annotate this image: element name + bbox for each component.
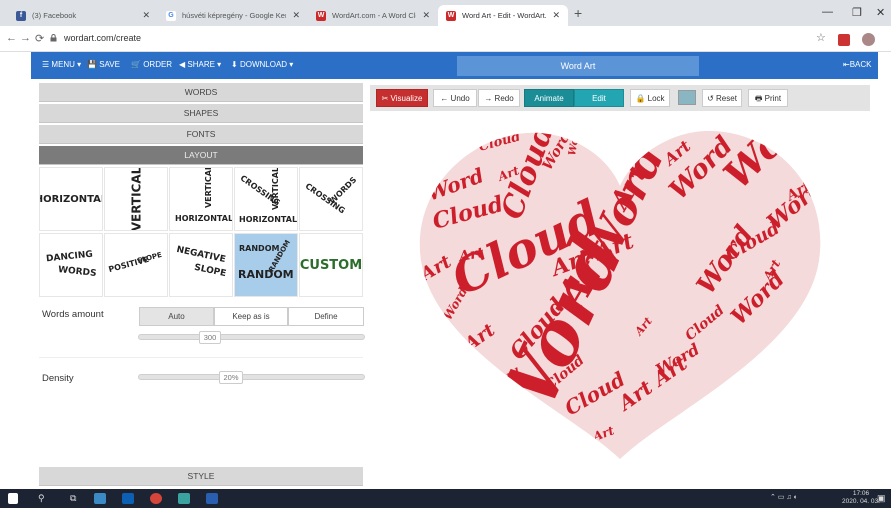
extension-icon[interactable] — [838, 34, 850, 46]
editor-toolbar: ✂ Visualize ← Undo → Redo Animate Edit 🔒… — [370, 85, 870, 111]
wordart-title-field[interactable]: Word Art — [457, 56, 699, 76]
save-button[interactable]: 💾 SAVE — [87, 60, 120, 69]
close-icon[interactable]: ✕ — [292, 10, 300, 21]
wordart-icon: W — [316, 10, 326, 21]
app-toolbar: ☰ MENU ▾ 💾 SAVE 🛒 ORDER ◀ SHARE ▾ ⬇ DOWN… — [31, 52, 878, 79]
back-button[interactable]: ⇤BACK — [843, 60, 872, 69]
word-art-canvas[interactable]: Cloud Cloud Word Cloud Cloud Art Art Clo… — [370, 111, 870, 489]
share-button[interactable]: ◀ SHARE ▾ — [179, 60, 221, 69]
download-button[interactable]: ⬇ DOWNLOAD ▾ — [231, 60, 293, 69]
animate-button[interactable]: Animate — [524, 89, 574, 107]
search-icon[interactable]: ⚲ — [38, 493, 45, 504]
layout-custom[interactable]: CUSTOM — [299, 233, 363, 297]
close-window-icon[interactable]: ✕ — [876, 6, 885, 19]
close-icon[interactable]: ✕ — [422, 10, 430, 21]
layout-random[interactable]: RANDOM RANDOM RANDOM — [234, 233, 298, 297]
star-icon[interactable]: ☆ — [816, 31, 826, 44]
edit-button[interactable]: Edit — [574, 89, 624, 107]
url-field[interactable]: wordart.com/create — [64, 33, 141, 43]
color-swatch[interactable] — [678, 90, 696, 105]
clock[interactable]: 17:06 2020. 04. 03. — [842, 490, 880, 506]
back-arrow-icon[interactable]: ← — [6, 32, 17, 44]
words-amount-label: Words amount — [42, 309, 104, 320]
layout-horizontal[interactable]: HORIZONTAL — [39, 167, 103, 231]
app-icon[interactable] — [178, 493, 190, 504]
words-amount-define[interactable]: Define — [288, 307, 364, 326]
layout-positive-slope[interactable]: POSITIVE SLOPE — [104, 233, 168, 297]
tab-wordart-edit[interactable]: W Word Art - Edit - WordArt.com ✕ — [438, 5, 568, 26]
notification-icon[interactable]: ▣ — [877, 493, 886, 504]
close-icon[interactable]: ✕ — [142, 10, 150, 21]
windows-taskbar: ⚲ ⧉ ⌃ ▭ ♫ ◐ 17:06 2020. 04. 03. ▣ — [0, 489, 891, 508]
layout-vertical[interactable]: VERTICAL — [104, 167, 168, 231]
words-amount-handle[interactable]: 300 — [199, 331, 221, 344]
outlook-icon[interactable] — [122, 493, 134, 504]
task-view-icon[interactable]: ⧉ — [70, 493, 76, 504]
reset-button[interactable]: ↺ Reset — [702, 89, 742, 107]
density-slider[interactable] — [138, 374, 365, 380]
menu-button[interactable]: ☰ MENU ▾ — [42, 60, 81, 69]
section-style[interactable]: STYLE — [39, 467, 363, 486]
section-fonts[interactable]: FONTS — [39, 125, 363, 144]
lock-icon — [50, 34, 57, 42]
tab-wordart-home[interactable]: W WordArt.com - A Word Cloud Art ✕ — [308, 5, 438, 26]
redo-button[interactable]: → Redo — [478, 89, 520, 107]
order-button[interactable]: 🛒 ORDER — [131, 60, 172, 69]
google-icon: G — [166, 10, 176, 21]
word-icon[interactable] — [206, 493, 218, 504]
tray-icons[interactable]: ⌃ ▭ ♫ ◐ — [770, 493, 798, 501]
settings-panel: WORDS SHAPES FONTS LAYOUT HORIZONTAL VER… — [31, 79, 370, 489]
layout-negative-slope[interactable]: NEGATIVE SLOPE — [169, 233, 233, 297]
new-tab-icon[interactable]: + — [574, 5, 582, 21]
reload-icon[interactable]: ⟳ — [35, 32, 44, 45]
tab-google[interactable]: G húsvéti képregény - Google Kere ✕ — [158, 5, 308, 26]
undo-button[interactable]: ← Undo — [433, 89, 477, 107]
words-amount-keep[interactable]: Keep as is — [214, 307, 288, 326]
density-handle[interactable]: 20% — [219, 371, 243, 384]
words-amount-slider[interactable] — [138, 334, 365, 340]
layout-dancing-words[interactable]: DANCING WORDS — [39, 233, 103, 297]
wordart-icon: W — [446, 10, 456, 21]
layout-crossing[interactable]: CROSSING VERTICAL HORIZONTAL — [234, 167, 298, 231]
visualize-button[interactable]: ✂ Visualize — [376, 89, 428, 107]
windows-start-icon[interactable] — [8, 493, 18, 504]
print-button[interactable]: 🖶 Print — [748, 89, 788, 107]
density-label: Density — [42, 373, 74, 384]
restore-icon[interactable]: ❐ — [852, 6, 862, 19]
tab-facebook[interactable]: f (3) Facebook ✕ — [8, 5, 158, 26]
avatar[interactable] — [862, 33, 875, 46]
words-amount-auto[interactable]: Auto — [139, 307, 214, 326]
layout-crossing-words[interactable]: CROSSING WORDS — [299, 167, 363, 231]
file-explorer-icon[interactable] — [94, 493, 106, 504]
layout-vertical-horizontal[interactable]: VERTICAL HORIZONTAL — [169, 167, 233, 231]
heart-word-cloud: Cloud Cloud Word Cloud Cloud Art Art Clo… — [419, 130, 821, 459]
browser-tab-strip: f (3) Facebook ✕ G húsvéti képregény - G… — [0, 0, 891, 26]
facebook-icon: f — [16, 10, 26, 21]
section-words[interactable]: WORDS — [39, 83, 363, 102]
chrome-icon[interactable] — [150, 493, 162, 504]
section-shapes[interactable]: SHAPES — [39, 104, 363, 123]
section-layout[interactable]: LAYOUT — [39, 146, 363, 165]
divider — [39, 357, 363, 358]
close-icon[interactable]: ✕ — [552, 10, 560, 21]
address-bar: ← → ⟳ wordart.com/create ☆ — [0, 26, 891, 52]
lock-button[interactable]: 🔒 Lock — [630, 89, 670, 107]
minimize-icon[interactable]: — — [822, 6, 833, 18]
forward-arrow-icon[interactable]: → — [20, 32, 31, 44]
